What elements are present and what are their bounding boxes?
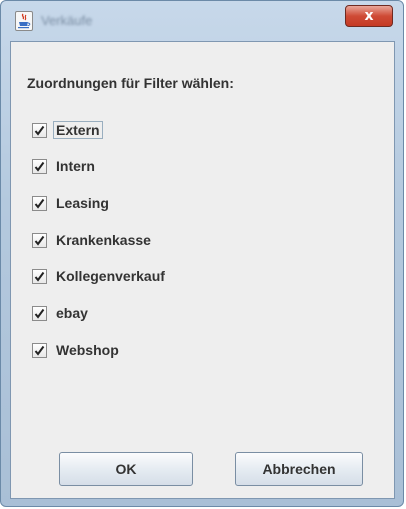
title-bar[interactable]: Verkäufe x (1, 1, 403, 41)
close-button[interactable]: x (345, 5, 393, 27)
checkmark-icon (34, 198, 45, 209)
checkbox-label: Kollegenverkauf (56, 268, 165, 284)
checkmark-icon (34, 271, 45, 282)
checkmark-icon (34, 125, 45, 136)
window-title: Verkäufe (41, 13, 93, 28)
checkbox-leasing[interactable]: Leasing (32, 192, 112, 214)
ok-button[interactable]: OK (59, 452, 193, 486)
checkbox-box[interactable] (32, 268, 47, 284)
java-coffee-icon[interactable] (15, 11, 33, 31)
checkbox-box[interactable] (32, 122, 47, 138)
checkbox-label: Webshop (56, 342, 119, 358)
checkbox-extern[interactable]: Extern (32, 119, 103, 141)
checkbox-box[interactable] (32, 305, 47, 321)
checkbox-box[interactable] (32, 195, 47, 211)
dialog-window: Verkäufe x Zuordnungen für Filter wählen… (0, 0, 404, 507)
close-icon: x (364, 8, 374, 24)
checkbox-box[interactable] (32, 158, 47, 174)
checkbox-ebay[interactable]: ebay (32, 302, 91, 324)
checkmark-icon (34, 161, 45, 172)
checkbox-label: ebay (56, 305, 88, 321)
checkbox-intern[interactable]: Intern (32, 155, 98, 177)
checkmark-icon (34, 235, 45, 246)
checkbox-krankenkasse[interactable]: Krankenkasse (32, 229, 154, 251)
cancel-button[interactable]: Abbrechen (235, 452, 363, 486)
checkbox-kollegenverkauf[interactable]: Kollegenverkauf (32, 265, 168, 287)
checkmark-icon (34, 345, 45, 356)
checkbox-box[interactable] (32, 342, 47, 358)
checkbox-label: Leasing (56, 195, 109, 211)
checkbox-box[interactable] (32, 232, 47, 248)
checkmark-icon (34, 308, 45, 319)
dialog-heading: Zuordnungen für Filter wählen: (27, 75, 234, 91)
checkbox-webshop[interactable]: Webshop (32, 339, 122, 361)
checkbox-label: Intern (56, 158, 95, 174)
checkbox-label: Extern (53, 121, 103, 139)
dialog-content: Zuordnungen für Filter wählen: Extern In… (10, 41, 395, 499)
checkbox-label: Krankenkasse (56, 232, 151, 248)
